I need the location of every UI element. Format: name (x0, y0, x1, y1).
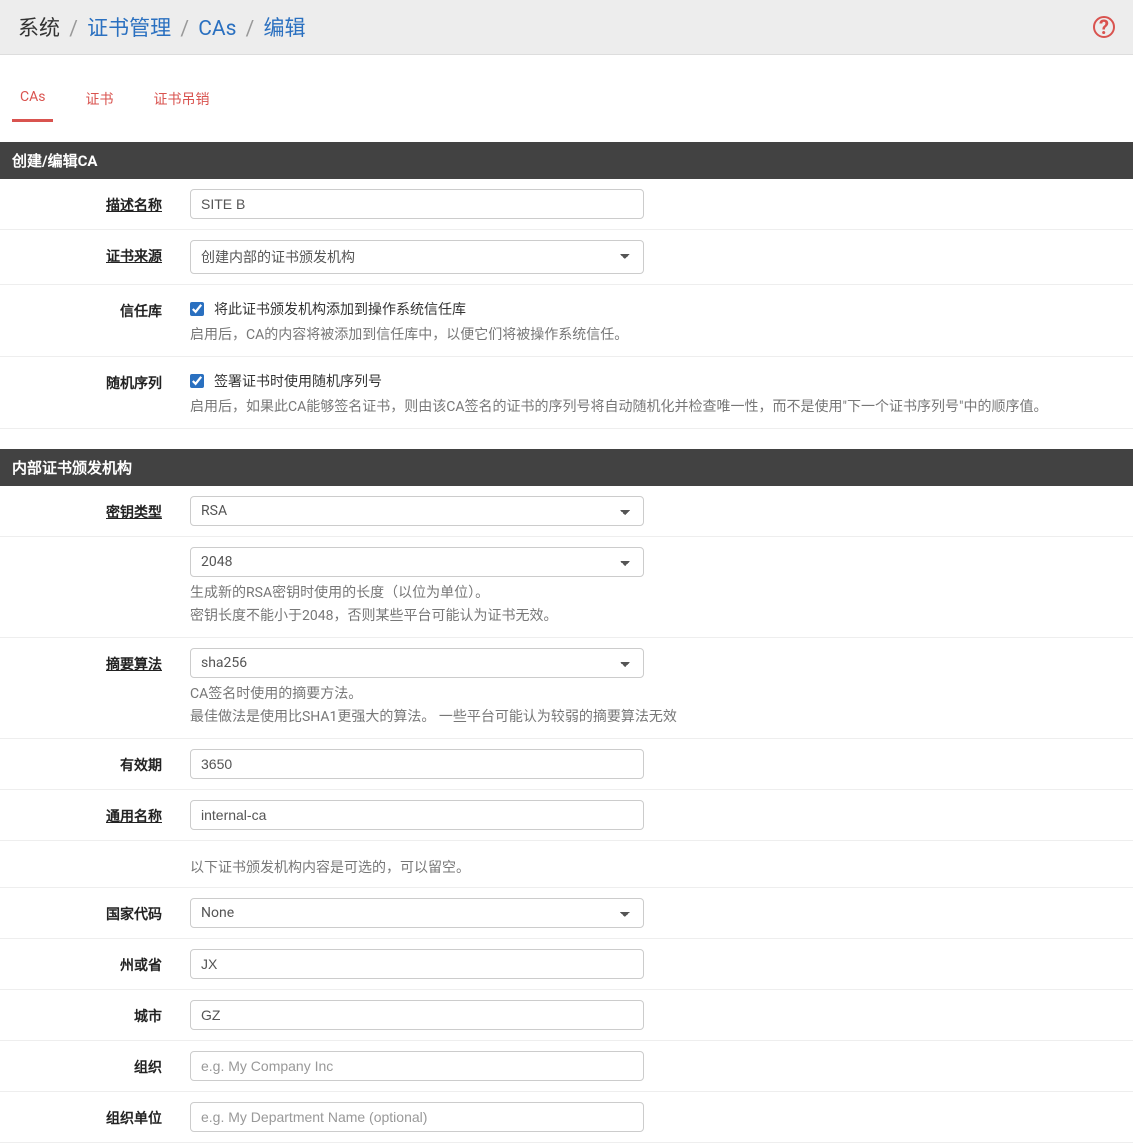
breadcrumb-sep-2: / (180, 17, 189, 41)
input-lifetime[interactable] (190, 749, 644, 779)
label-org: 组织 (0, 1051, 190, 1077)
label-city: 城市 (0, 1000, 190, 1026)
breadcrumb-sep-1: / (69, 17, 78, 41)
help-icon[interactable]: ? (1093, 16, 1115, 38)
helptext-keylen-2: 密钥长度不能小于2048，否则某些平台可能认为证书无效。 (190, 606, 1110, 627)
helptext-digest-2: 最佳做法是使用比SHA1更强大的算法。 一些平台可能认为较弱的摘要算法无效 (190, 707, 1110, 728)
label-method: 证书来源 (0, 240, 190, 266)
checkbox-trust[interactable] (190, 302, 204, 316)
select-keytype[interactable]: RSA (190, 496, 644, 526)
input-cn[interactable] (190, 800, 644, 830)
label-lifetime: 有效期 (0, 749, 190, 775)
label-digest: 摘要算法 (0, 648, 190, 674)
label-random: 随机序列 (0, 367, 190, 393)
input-descr[interactable] (190, 189, 644, 219)
label-state: 州或省 (0, 949, 190, 975)
label-ou: 组织单位 (0, 1102, 190, 1128)
checkbox-random-label: 签署证书时使用随机序列号 (214, 371, 382, 391)
helptext-digest-1: CA签名时使用的摘要方法。 (190, 684, 1110, 705)
breadcrumb-system[interactable]: 系统 (18, 17, 60, 41)
select-method[interactable]: 创建内部的证书颁发机构 (190, 240, 644, 274)
breadcrumb: 系统 / 证书管理 / CAs / 编辑 (18, 12, 306, 42)
helptext-random: 启用后，如果此CA能够签名证书，则由该CA签名的证书的序列号将自动随机化并检查唯… (190, 397, 1110, 418)
breadcrumb-sep-3: / (246, 17, 255, 41)
input-state[interactable] (190, 949, 644, 979)
label-optional-empty (0, 851, 190, 857)
tab-certs[interactable]: 证书 (85, 79, 113, 121)
breadcrumb-cas[interactable]: CAs (198, 17, 236, 41)
panel-header-internal-ca: 内部证书颁发机构 (0, 449, 1133, 486)
label-country: 国家代码 (0, 898, 190, 924)
tab-cas[interactable]: CAs (20, 79, 45, 121)
header-bar: 系统 / 证书管理 / CAs / 编辑 ? (0, 0, 1133, 55)
checkbox-random[interactable] (190, 374, 204, 388)
label-keytype: 密钥类型 (0, 496, 190, 522)
panel-header-create-edit: 创建/编辑CA (0, 142, 1133, 179)
label-keylen (0, 547, 190, 553)
label-descr: 描述名称 (0, 189, 190, 215)
breadcrumb-cert-mgmt[interactable]: 证书管理 (87, 17, 171, 41)
breadcrumb-edit[interactable]: 编辑 (264, 17, 306, 41)
checkbox-trust-label: 将此证书颁发机构添加到操作系统信任库 (214, 299, 466, 319)
select-digest[interactable]: sha256 (190, 648, 644, 678)
helptext-keylen-1: 生成新的RSA密钥时使用的长度（以位为单位）。 (190, 583, 1110, 604)
helptext-trust: 启用后，CA的内容将被添加到信任库中，以便它们将被操作系统信任。 (190, 325, 1110, 346)
note-optional: 以下证书颁发机构内容是可选的，可以留空。 (190, 851, 1110, 877)
select-country[interactable]: None (190, 898, 644, 928)
label-cn: 通用名称 (0, 800, 190, 826)
tab-crl[interactable]: 证书吊销 (153, 79, 209, 121)
input-city[interactable] (190, 1000, 644, 1030)
tabs: CAs 证书 证书吊销 (0, 79, 1133, 122)
label-trust: 信任库 (0, 295, 190, 321)
input-ou[interactable] (190, 1102, 644, 1132)
select-keylen[interactable]: 2048 (190, 547, 644, 577)
